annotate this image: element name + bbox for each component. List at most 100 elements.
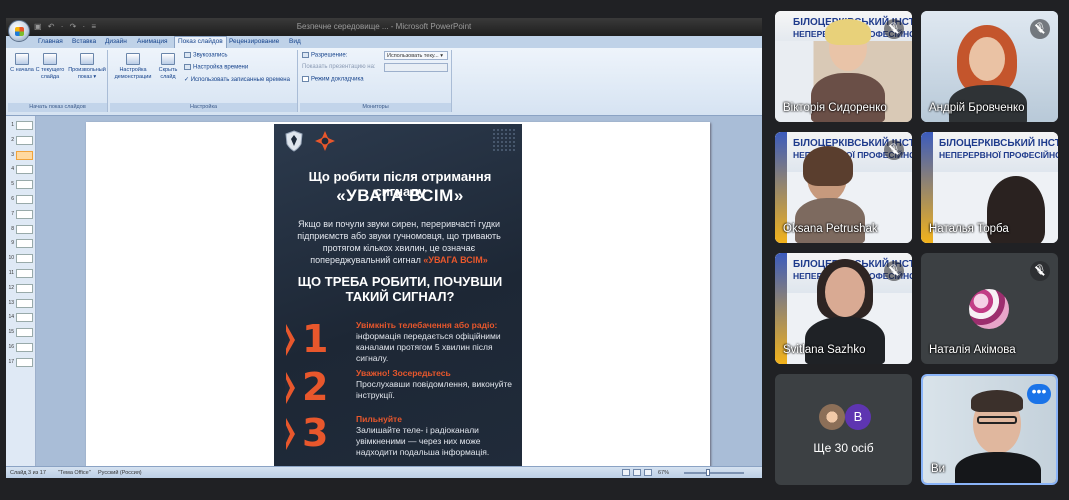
group-setup: Настройка демонстрации Скрыть слайд Звук… (110, 50, 298, 112)
slide-editor-area[interactable]: Що робити після отримання сигналу «УВАГА… (36, 116, 762, 474)
slide-thumbnail[interactable]: 3 (8, 150, 34, 161)
participant-name: Вікторія Сидоренко (783, 102, 887, 114)
slide-thumbnail-image (16, 135, 33, 145)
slide-thumbnail[interactable]: 11 (8, 268, 34, 279)
resolution-label: Разрешение: (302, 52, 347, 59)
participant-face (969, 37, 1005, 81)
slide-thumbnail-number: 1 (11, 122, 14, 128)
muted-mic-icon: 🎙 (1030, 19, 1050, 39)
step-text: Прослухавши повідомлення, виконуйте інст… (356, 379, 513, 400)
more-options-button[interactable]: ••• (1027, 384, 1051, 404)
slide-thumbnail[interactable]: 14 (8, 312, 34, 323)
slide-thumbnail[interactable]: 4 (8, 164, 34, 175)
participant-tile[interactable]: 🎙 Наталія Акімова (921, 253, 1058, 364)
tab-slideshow[interactable]: Показ слайдов (174, 36, 227, 48)
from-start-button[interactable]: С начала (10, 53, 34, 74)
group-start-slideshow: С начала С текущего слайда Произвольный … (8, 50, 108, 112)
slide-thumbnail[interactable]: 5 (8, 179, 34, 190)
status-language[interactable]: Русский (Россия) (98, 470, 142, 476)
slide-thumbnail[interactable]: 13 (8, 298, 34, 309)
others-tile[interactable]: В Ще 30 осіб (775, 374, 912, 485)
slide-thumbnail-image (16, 343, 33, 352)
slide-thumbnail-image (16, 180, 33, 190)
avatar: В (845, 404, 871, 430)
slide-thumbnail-image (16, 195, 33, 204)
slide-thumbnail[interactable]: 1 (8, 120, 34, 131)
decorative-dots (492, 128, 516, 152)
chevron-right-icon (285, 324, 295, 356)
slide-thumbnail[interactable]: 15 (8, 327, 34, 338)
participant-body (805, 317, 885, 364)
chevron-right-icon (285, 418, 295, 450)
muted-mic-icon: 🎙 (884, 19, 904, 39)
slide-thumbnail[interactable]: 8 (8, 224, 34, 235)
slide-thumbnail-number: 13 (8, 299, 14, 306)
slide-thumbnail[interactable]: 7 (8, 209, 34, 220)
use-timings-checkbox[interactable]: ✓ Использовать записанные времена (184, 76, 290, 83)
ribbon-tabs: Главная Вставка Дизайн Анимация Показ сл… (6, 36, 762, 48)
tab-review[interactable]: Рецензирование (229, 38, 279, 45)
checkbox-icon (302, 76, 309, 82)
hide-slide-button[interactable]: Скрыть слайд (156, 53, 180, 80)
slide-thumbnail[interactable]: 17 (8, 357, 34, 368)
slide-thumbnail-image (16, 239, 33, 249)
participant-tile[interactable]: БІЛОЦЕРКІВСЬКИЙ ІНСТИНЕПЕРЕРВНОЇ ПРОФЕСІ… (921, 132, 1058, 243)
office-button-icon[interactable] (8, 20, 30, 42)
slide-thumbnail[interactable]: 2 (8, 135, 34, 146)
slide-thumbnail-number: 11 (8, 270, 14, 276)
poster-image: Що робити після отримання сигналу «УВАГА… (274, 124, 522, 470)
slide[interactable]: Що робити після отримання сигналу «УВАГА… (86, 122, 710, 474)
show-on-dropdown[interactable] (384, 63, 448, 72)
poster-intro: Якщо ви почули звуки сирен, переривчасті… (297, 219, 501, 265)
setup-icon (126, 53, 140, 65)
participant-name: Ви (931, 463, 946, 475)
from-current-button[interactable]: С текущего слайда (35, 53, 65, 80)
meeting-screen: ▣ ↶ · ↷ · ≡ Безпечне середовище ... - Mi… (0, 0, 1069, 500)
step-number: 2 (302, 365, 329, 409)
slide-thumbnail[interactable]: 9 (8, 238, 34, 249)
tab-insert[interactable]: Вставка (72, 38, 96, 45)
group-caption: Мониторы (300, 103, 451, 112)
participant-tile[interactable]: БІЛОЦЕРКІВСЬКИЙ ІНСТИНЕПЕРЕРВНОЇ ПРОФЕСІ… (775, 132, 912, 243)
others-count: Ще 30 осіб (813, 441, 874, 455)
slide-thumbnail-number: 6 (11, 196, 14, 202)
slide-thumbnail[interactable]: 16 (8, 342, 34, 353)
participant-tile[interactable]: 🎙 Андрій Бровченко (921, 11, 1058, 122)
tab-design[interactable]: Дизайн (105, 38, 127, 45)
zoom-slider-handle[interactable] (706, 469, 710, 476)
avatar (969, 289, 1009, 329)
participant-tile[interactable]: БІЛОЦЕРКІВСЬКИЙ ІНСТИНЕПЕРЕРВНОЇ ПРОФЕСІ… (775, 253, 912, 364)
normal-view-icon[interactable] (622, 469, 630, 476)
show-on-label: Показать презентацию на: (302, 64, 376, 70)
tab-view[interactable]: Вид (289, 38, 301, 45)
participant-body (811, 73, 885, 122)
slide-thumbnail-image (16, 254, 33, 264)
sound-icon (184, 52, 191, 58)
resolution-dropdown[interactable]: Использовать теку... ▾ (384, 51, 448, 60)
slide-thumbnail-image (16, 150, 33, 160)
participant-hair (971, 390, 1023, 412)
tab-home[interactable]: Главная (38, 38, 63, 45)
sorter-view-icon[interactable] (633, 469, 641, 476)
slide-thumbnail-image (16, 357, 33, 367)
slide-thumbnail[interactable]: 10 (8, 253, 34, 264)
slide-thumbnail[interactable]: 12 (8, 283, 34, 294)
zoom-slider[interactable] (684, 472, 744, 474)
muted-mic-icon: 🎙 (884, 140, 904, 160)
timer-icon (184, 64, 191, 70)
reading-view-icon[interactable] (644, 469, 652, 476)
slide-thumbnail[interactable]: 6 (8, 194, 34, 205)
presenter-view-checkbox[interactable]: Режим докладчика (302, 76, 364, 83)
poster-signal-name: «УВАГА ВСІМ» (336, 186, 464, 205)
record-sound-button[interactable]: Звукозапись (184, 52, 227, 59)
slide-thumbnail-number: 5 (11, 181, 14, 188)
custom-show-button[interactable]: Произвольный показ ▾ (68, 53, 106, 80)
participant-tile[interactable]: БІЛОЦЕРКІВСЬКИЙ ІНСТИНЕПЕРЕРВНОЇ ПРОФЕСІ… (775, 11, 912, 122)
participant-name: Oksana Petrushak (783, 223, 878, 235)
tab-animation[interactable]: Анимация (137, 38, 168, 45)
participant-face (825, 267, 865, 317)
zoom-level[interactable]: 67% (658, 470, 669, 476)
setup-show-button[interactable]: Настройка демонстрации (114, 53, 152, 80)
slide-thumbnail-image (16, 313, 33, 323)
rehearse-timings-button[interactable]: Настройка времени (184, 64, 248, 71)
